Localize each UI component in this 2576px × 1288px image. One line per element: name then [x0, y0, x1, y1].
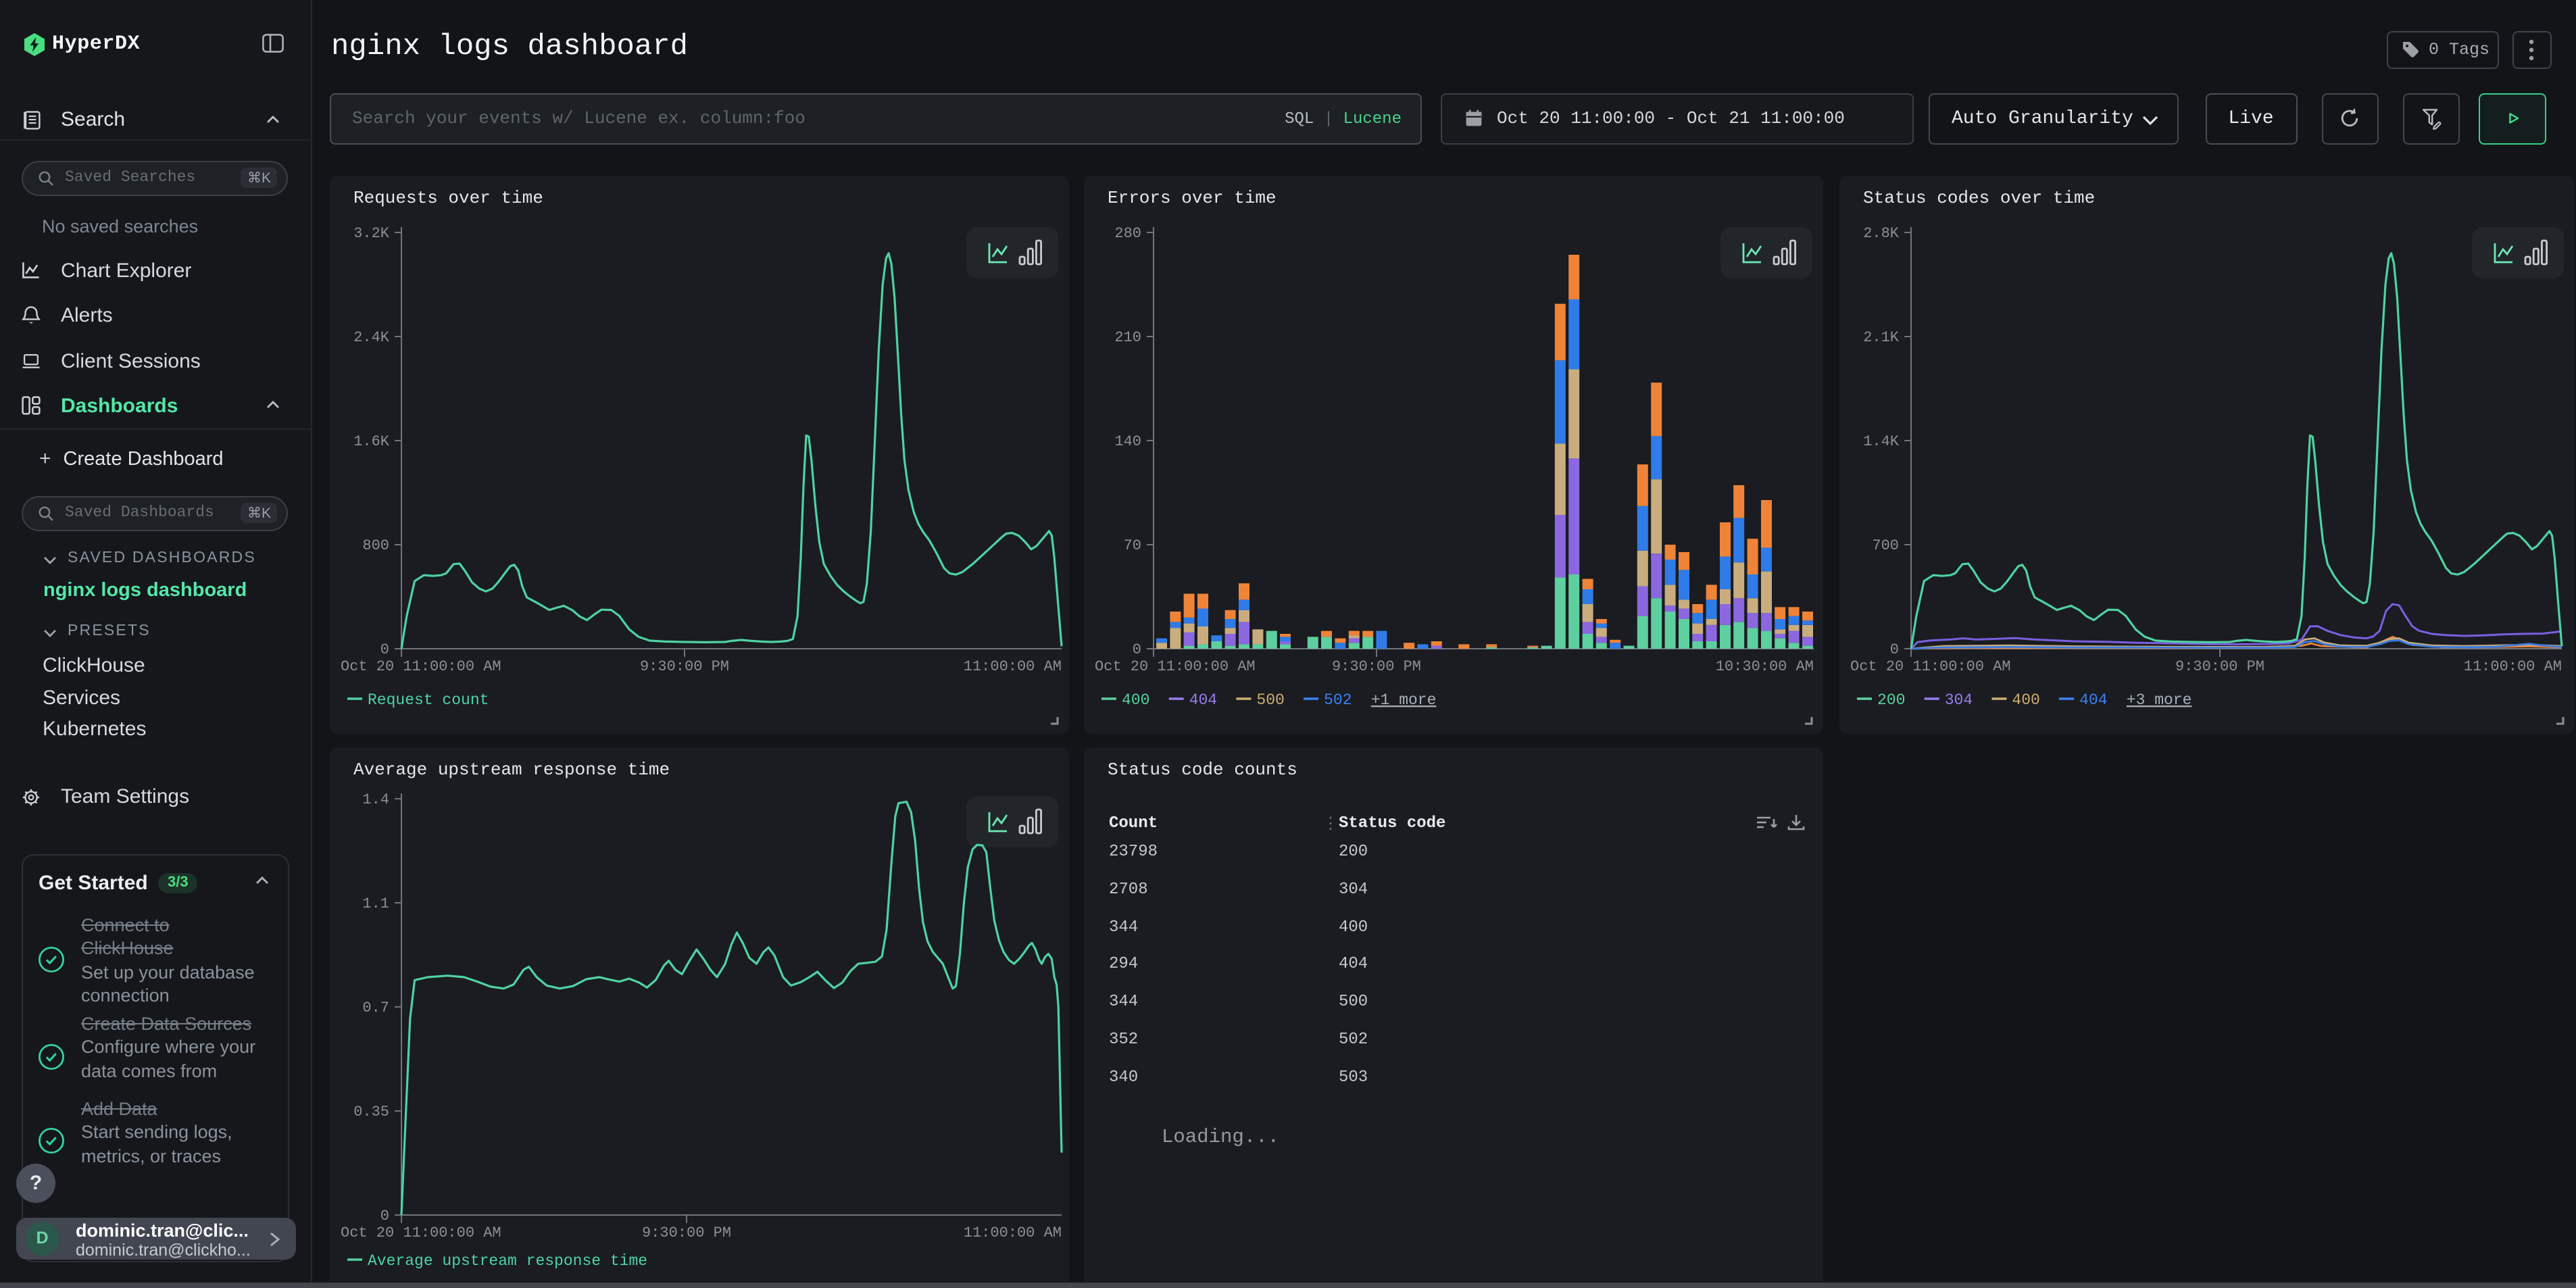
svg-text:3.2K: 3.2K: [353, 225, 389, 242]
svg-text:0: 0: [1889, 641, 1898, 658]
svg-text:700: 700: [1871, 537, 1898, 554]
svg-text:1.4: 1.4: [362, 791, 389, 808]
svg-text:Average upstream response time: Average upstream response time: [367, 1252, 647, 1270]
svg-text:1.6K: 1.6K: [353, 433, 389, 450]
svg-text:11:00:00 AM: 11:00:00 AM: [963, 1224, 1061, 1241]
svg-text:+1 more: +1 more: [1370, 691, 1436, 709]
svg-text:502: 502: [1323, 691, 1351, 709]
svg-text:0: 0: [1132, 641, 1141, 658]
svg-text:2.8K: 2.8K: [1862, 225, 1899, 242]
svg-text:11:00:00 AM: 11:00:00 AM: [2463, 658, 2561, 675]
svg-text:9:30:00 PM: 9:30:00 PM: [2175, 658, 2264, 675]
svg-text:2.4K: 2.4K: [353, 329, 389, 346]
svg-text:0.35: 0.35: [353, 1104, 389, 1120]
svg-text:500: 500: [1256, 691, 1283, 709]
svg-text:9:30:00 PM: 9:30:00 PM: [641, 1224, 730, 1241]
svg-text:Oct 20 11:00:00 AM: Oct 20 11:00:00 AM: [1850, 658, 2010, 675]
svg-text:9:30:00 PM: 9:30:00 PM: [639, 658, 728, 675]
svg-text:Request count: Request count: [367, 691, 488, 709]
svg-text:400: 400: [2011, 691, 2039, 709]
svg-text:1.4K: 1.4K: [1862, 433, 1899, 450]
svg-text:Oct 20 11:00:00 AM: Oct 20 11:00:00 AM: [340, 1224, 501, 1241]
svg-text:404: 404: [2079, 691, 2106, 709]
svg-text:70: 70: [1123, 537, 1141, 554]
svg-text:140: 140: [1114, 433, 1141, 450]
svg-text:10:30:00 AM: 10:30:00 AM: [1715, 658, 1813, 675]
svg-text:Oct 20 11:00:00 AM: Oct 20 11:00:00 AM: [340, 658, 501, 675]
svg-text:200: 200: [1877, 691, 1904, 709]
svg-text:11:00:00 AM: 11:00:00 AM: [963, 658, 1061, 675]
svg-text:0: 0: [380, 1208, 389, 1224]
svg-text:800: 800: [362, 537, 389, 554]
svg-text:9:30:00 PM: 9:30:00 PM: [1331, 658, 1420, 675]
svg-text:0.7: 0.7: [362, 999, 389, 1016]
svg-text:+3 more: +3 more: [2126, 691, 2191, 709]
svg-text:0: 0: [380, 641, 389, 658]
svg-text:Oct 20 11:00:00 AM: Oct 20 11:00:00 AM: [1094, 658, 1255, 675]
svg-text:404: 404: [1189, 691, 1216, 709]
svg-text:210: 210: [1114, 329, 1141, 346]
svg-text:280: 280: [1114, 225, 1141, 242]
svg-text:1.1: 1.1: [362, 895, 389, 912]
svg-text:400: 400: [1121, 691, 1149, 709]
svg-text:2.1K: 2.1K: [1862, 329, 1899, 346]
svg-text:304: 304: [1944, 691, 1972, 709]
